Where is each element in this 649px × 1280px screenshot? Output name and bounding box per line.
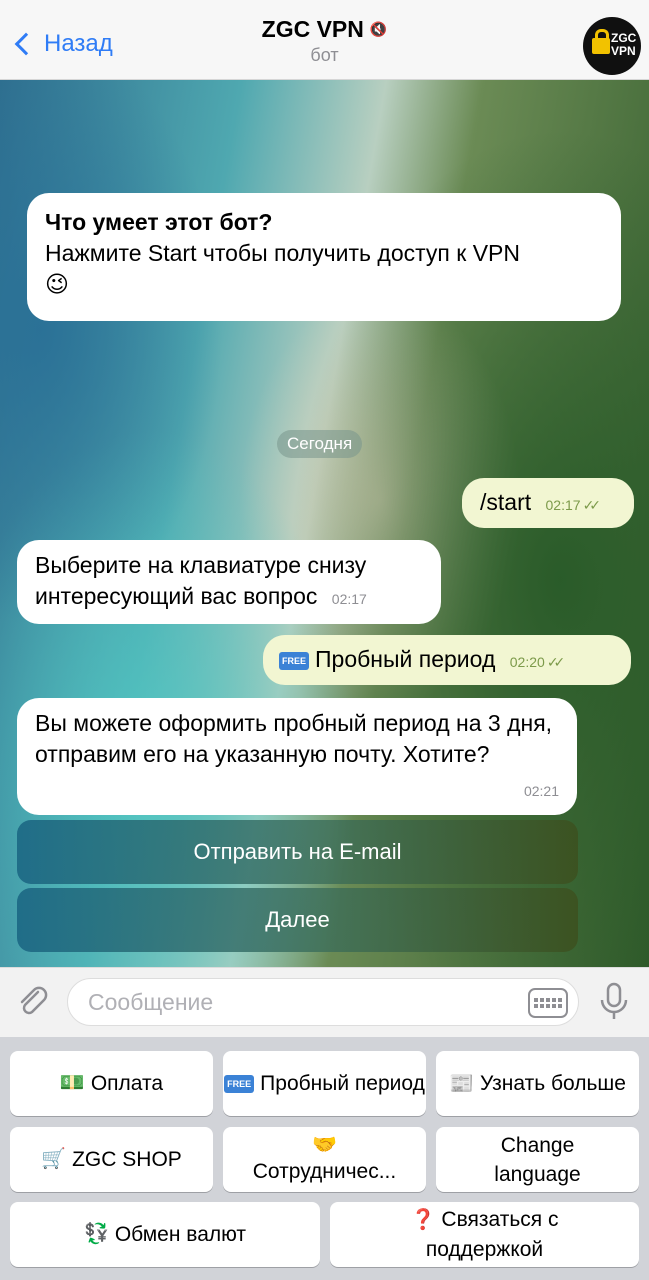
message-text: Пробный период xyxy=(315,646,496,672)
keyboard-button-support[interactable]: ❓ Связаться с поддержкой xyxy=(330,1202,639,1267)
incoming-message[interactable]: Выберите на клавиатуре снизу интересующи… xyxy=(17,540,441,624)
microphone-icon[interactable] xyxy=(597,982,631,1022)
keyboard-button-trial[interactable]: FREE Пробный период xyxy=(223,1051,426,1116)
question-icon: ❓ xyxy=(410,1209,436,1231)
keyboard-button-partnership[interactable]: 🤝 Сотрудничес... xyxy=(223,1127,426,1192)
avatar-text: ZGC VPN xyxy=(611,31,637,58)
chat-title: ZGC VPN 🔇 xyxy=(262,16,388,43)
keyboard-button-label: Change language xyxy=(494,1133,581,1186)
intro-title: Что умеет этот бот? xyxy=(45,209,273,235)
currency-exchange-icon: 💱 xyxy=(83,1223,109,1245)
double-check-icon: ✓✓ xyxy=(582,497,602,513)
message-time: 02:17 xyxy=(545,497,581,513)
bot-avatar[interactable]: ZGC VPN xyxy=(583,17,641,75)
bot-intro-message: Что умеет этот бот? Нажмите Start чтобы … xyxy=(27,193,621,321)
lock-icon xyxy=(592,29,610,54)
free-badge-icon: FREE xyxy=(224,1075,255,1094)
message-time: 02:20 xyxy=(509,654,545,670)
money-icon: 💵 xyxy=(59,1072,85,1094)
bot-keyboard: 💵 Оплата FREE Пробный период 📰 Узнать больш… xyxy=(0,1037,649,1280)
chat-title-text: ZGC VPN xyxy=(261,16,364,42)
keyboard-button-exchange[interactable]: 💱 Обмен валют xyxy=(10,1202,320,1267)
newspaper-icon: 📰 xyxy=(449,1072,474,1095)
handshake-icon: 🤝 xyxy=(312,1134,337,1156)
chat-subtitle: бот xyxy=(310,45,339,65)
keyboard-button-label: Сотрудничес... xyxy=(252,1160,397,1183)
chat-header: Назад ZGC VPN 🔇 бот ZGC VPN xyxy=(0,0,649,80)
free-badge-icon: FREE xyxy=(279,651,310,670)
chat-area[interactable]: Что умеет этот бот? Нажмите Start чтобы … xyxy=(0,80,649,967)
keyboard-button-language[interactable]: Change language xyxy=(436,1127,639,1192)
keyboard-button-more[interactable]: 📰 Узнать больше xyxy=(436,1051,639,1116)
intro-text: Нажмите Start чтобы получить доступ к VP… xyxy=(45,240,521,266)
keyboard-button-label: Узнать больше xyxy=(479,1071,626,1095)
keyboard-button-label: Пробный период xyxy=(260,1072,425,1095)
wink-emoji-icon: 😉 xyxy=(45,271,69,297)
keyboard-button-label: ZGC SHOP xyxy=(72,1148,182,1171)
message-input[interactable] xyxy=(88,987,518,1017)
message-time: 02:17 xyxy=(331,591,367,607)
keyboard-button-label: Связаться с поддержкой xyxy=(425,1208,559,1261)
message-text: Выберите на клавиатуре снизу интересующи… xyxy=(35,552,367,609)
next-button[interactable]: Далее xyxy=(17,888,578,952)
keyboard-button-shop[interactable]: 🛒 ZGC SHOP xyxy=(10,1127,213,1192)
message-composer xyxy=(0,967,649,1037)
date-separator: Сегодня xyxy=(277,430,363,458)
muted-speaker-icon: 🔇 xyxy=(369,21,388,37)
keyboard-button-label: Обмен валют xyxy=(114,1223,247,1246)
message-time: 02:21 xyxy=(523,783,559,799)
incoming-message[interactable]: Вы можете оформить пробный период на 3 д… xyxy=(17,698,577,815)
message-field[interactable] xyxy=(67,978,579,1026)
message-text: Вы можете оформить пробный период на 3 д… xyxy=(35,710,553,767)
chat-title-block[interactable]: ZGC VPN 🔇 бот xyxy=(0,16,649,66)
keyboard-icon[interactable] xyxy=(528,988,568,1018)
cart-icon: 🛒 xyxy=(41,1148,67,1170)
double-check-icon: ✓✓ xyxy=(546,654,566,670)
keyboard-button-label: Оплата xyxy=(90,1072,164,1095)
keyboard-button-pay[interactable]: 💵 Оплата xyxy=(10,1051,213,1116)
outgoing-message[interactable]: /start 02:17 ✓✓ xyxy=(462,478,634,528)
message-text: /start xyxy=(480,489,532,515)
paperclip-icon[interactable] xyxy=(16,984,50,1020)
outgoing-message[interactable]: FREE Пробный период 02:20 ✓✓ xyxy=(263,635,631,685)
send-email-button[interactable]: Отправить на E-mail xyxy=(17,820,578,884)
